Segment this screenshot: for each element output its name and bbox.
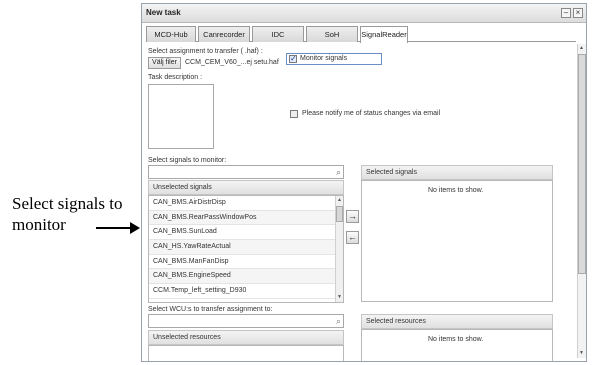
signal-row[interactable]: CAN_BMS.AirDistrDisp [149,196,343,211]
task-description-label: Task description : [148,74,203,81]
tab-canrecorder[interactable]: Canrecorder [198,26,250,42]
selected-filename: CCM_CEM_V60_...ej setu.haf [185,59,279,66]
wcu-section-label: Select WCU:s to transfer assignment to: [148,306,273,313]
search-icon[interactable]: ⌕ [336,167,341,177]
selected-resources-empty: No items to show. [428,336,484,343]
unselected-resources-header: Unselected resources [148,330,344,345]
monitor-signals-label: Monitor signals [300,55,348,62]
window-scroll-thumb[interactable] [578,54,586,274]
scroll-down-icon[interactable]: ▼ [336,294,343,301]
callout-arrow-line [96,227,132,229]
search-icon[interactable]: ⌕ [336,316,341,326]
signal-row[interactable]: CAN_HS.YawRateActual [149,240,343,255]
signals-scroll-thumb[interactable] [336,206,343,222]
selected-resources-list: No items to show. [361,329,553,361]
tab-soh[interactable]: SoH [306,26,358,42]
monitor-signals-option[interactable]: Monitor signals [286,53,382,65]
notify-checkbox[interactable] [290,110,298,118]
choose-file-button[interactable]: Välj filer [148,57,181,69]
callout-arrow-icon [130,222,140,234]
notify-label: Please notify me of status changes via e… [302,110,441,117]
scroll-up-icon[interactable]: ▲ [578,45,585,52]
window-titlebar[interactable]: New task – × [142,4,586,23]
unselected-signals-header: Unselected signals [148,180,344,195]
signal-row[interactable]: CCM.Temp_left_setting_D930 [149,284,343,299]
minimize-icon[interactable]: – [561,8,571,18]
assignment-label: Select assignment to transfer ( .haf) : [148,48,263,55]
unselected-resources-list [148,345,344,361]
scroll-up-icon[interactable]: ▲ [336,197,343,204]
monitor-signals-checkbox[interactable] [289,54,297,63]
new-task-window: New task – × MCD-Hub Canrecorder IDC SoH… [141,3,587,362]
signal-row[interactable]: CAN_BMS.EngineSpeed [149,269,343,285]
signals-list-scrollbar[interactable]: ▲ ▼ [335,196,343,302]
signal-search-input[interactable]: ⌕ [148,165,344,179]
signal-row[interactable]: CAN_BMS.RearPassWindowPos [149,210,343,226]
selected-signals-empty: No items to show. [428,187,484,194]
window-title: New task [146,8,181,17]
signal-row[interactable]: CAN_BMS.ManFanDisp [149,255,343,270]
add-signal-button[interactable]: → [346,210,359,223]
scroll-down-icon[interactable]: ▼ [578,350,585,357]
signalreader-panel: Select assignment to transfer ( .haf) : … [146,44,572,361]
unselected-signals-list: CAN_BMS.AirDistrDisp CAN_BMS.RearPassWin… [148,195,344,303]
close-icon[interactable]: × [573,8,583,18]
selected-signals-header: Selected signals [361,165,553,180]
tab-bar: MCD-Hub Canrecorder IDC SoH SignalReader [146,26,576,43]
tab-signalreader[interactable]: SignalReader [360,26,408,43]
remove-signal-button[interactable]: ← [346,231,359,244]
task-description-field[interactable] [148,84,214,149]
selected-resources-header: Selected resources [361,314,553,329]
signals-section-label: Select signals to monitor: [148,157,227,164]
window-scrollbar[interactable]: ▲ ▼ [577,44,586,358]
tab-idc[interactable]: IDC [252,26,304,42]
wcu-search-input[interactable]: ⌕ [148,314,344,328]
signal-row[interactable]: CAN_BMS.SunLoad [149,225,343,241]
tab-mcd-hub[interactable]: MCD-Hub [146,26,196,42]
selected-signals-list: No items to show. [361,180,553,302]
